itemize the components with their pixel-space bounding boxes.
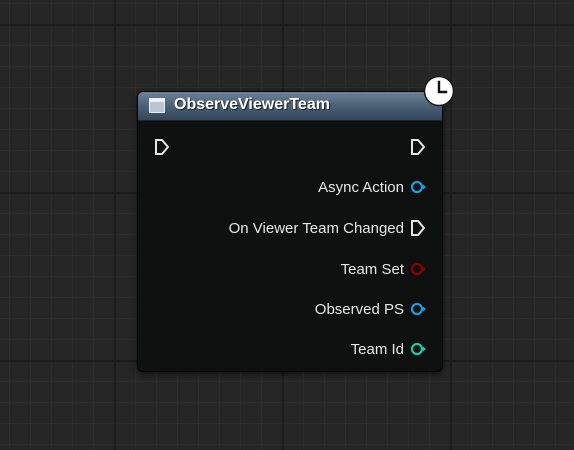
pin-label: On Viewer Team Changed — [228, 219, 404, 237]
pin-label: Team Id — [350, 340, 404, 358]
pin-async-action[interactable]: Async Action — [318, 177, 426, 197]
pin-team-set[interactable]: Team Set — [341, 259, 426, 279]
node-title: ObserveViewerTeam — [174, 96, 330, 113]
pin-label: Team Set — [340, 260, 404, 278]
int-pin-icon[interactable] — [410, 342, 426, 356]
pin-label: Observed PS — [314, 300, 404, 318]
object-pin-icon[interactable] — [410, 180, 426, 194]
exec-output-pin-icon[interactable] — [410, 219, 426, 237]
pin-observed-ps[interactable]: Observed PS — [315, 299, 426, 319]
function-node-icon — [149, 98, 165, 113]
bool-pin-icon[interactable] — [410, 262, 426, 276]
pin-label: Async Action — [318, 178, 404, 196]
node-header[interactable]: ObserveViewerTeam — [138, 92, 442, 121]
observe-viewer-team-node[interactable]: ObserveViewerTeam Async Action On Viewer… — [137, 91, 443, 372]
pin-team-id[interactable]: Team Id — [351, 339, 426, 359]
object-pin-icon[interactable] — [410, 302, 426, 316]
blueprint-graph-canvas[interactable]: ObserveViewerTeam Async Action On Viewer… — [0, 0, 574, 450]
exec-output-pin-icon[interactable] — [410, 138, 426, 156]
exec-input-pin-icon[interactable] — [154, 138, 170, 156]
clock-icon — [423, 75, 455, 107]
pin-on-viewer-team-changed[interactable]: On Viewer Team Changed — [229, 218, 426, 238]
